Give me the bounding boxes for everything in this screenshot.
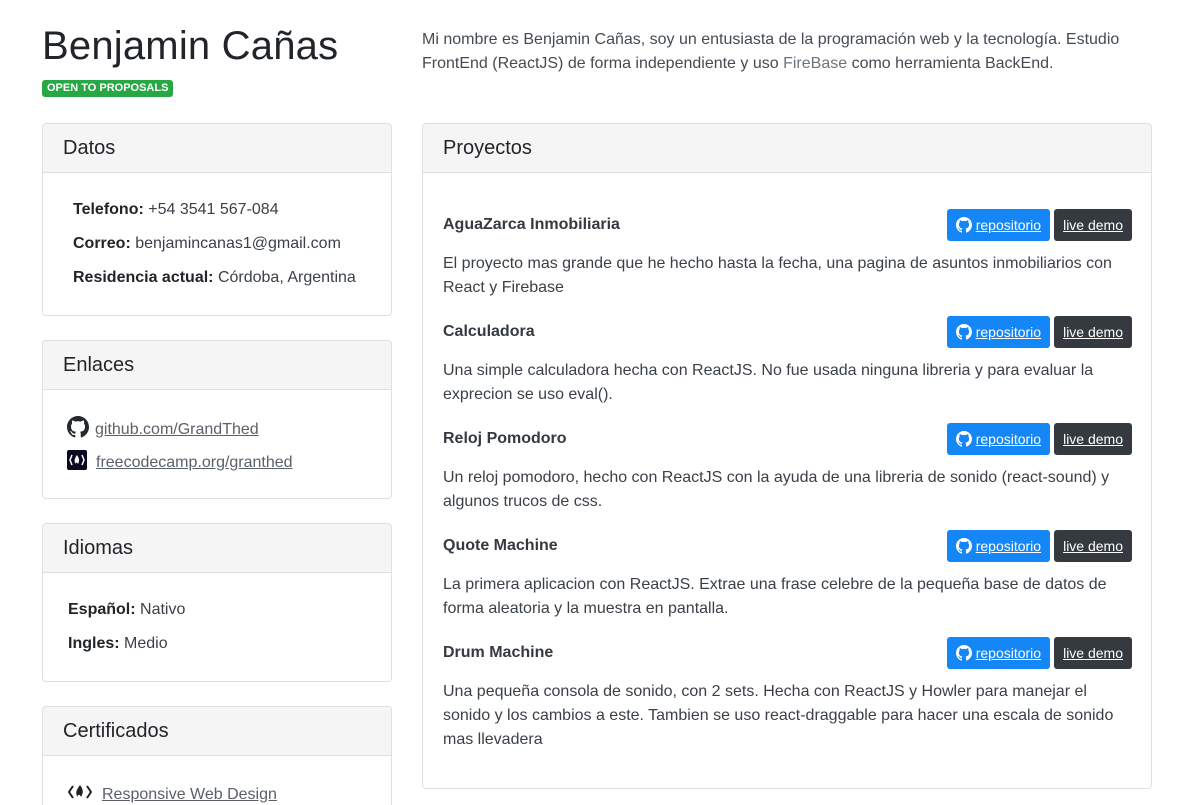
- repository-button[interactable]: repositorio: [946, 637, 1051, 669]
- datos-header: Datos: [43, 124, 391, 173]
- espanol-label: Español:: [68, 601, 136, 618]
- project-description: Una pequeña consola de sonido, con 2 set…: [443, 683, 1114, 748]
- github-icon: [955, 431, 972, 447]
- repository-button[interactable]: repositorio: [946, 209, 1051, 241]
- enlaces-header: Enlaces: [43, 341, 391, 390]
- repository-button-label: repositorio: [975, 645, 1042, 661]
- github-icon: [955, 538, 972, 554]
- project-actions: repositorio live demo: [946, 423, 1132, 455]
- project-actions: repositorio live demo: [946, 316, 1132, 348]
- certificate-label: Responsive Web Design: [102, 785, 277, 803]
- enlaces-card: Enlaces github.com/GrandThed freecodecam…: [42, 340, 392, 499]
- github-icon: [955, 324, 972, 340]
- freecodecamp-icon: [67, 450, 87, 475]
- telefono-row: Telefono: +54 3541 567-084: [73, 199, 279, 221]
- datos-card: Datos Telefono: +54 3541 567-084 Correo:…: [42, 123, 392, 316]
- telefono-label: Telefono:: [73, 201, 144, 218]
- idiomas-header: Idiomas: [43, 524, 391, 573]
- repository-button[interactable]: repositorio: [946, 423, 1051, 455]
- freecodecamp-icon: [67, 782, 93, 805]
- project-description: Un reloj pomodoro, hecho con ReactJS con…: [443, 469, 1110, 510]
- repository-button[interactable]: repositorio: [946, 316, 1051, 348]
- project-title: Quote Machine: [443, 537, 558, 554]
- live-demo-button-label: live demo: [1063, 217, 1123, 233]
- freecodecamp-link-label: freecodecamp.org/granthed: [96, 453, 293, 471]
- status-badge: OPEN TO PROPOSALS: [42, 80, 174, 97]
- github-icon: [955, 217, 972, 233]
- github-icon: [955, 645, 972, 661]
- project-description: El proyecto mas grande que he hecho hast…: [443, 255, 1112, 296]
- proyectos-header: Proyectos: [423, 124, 1151, 173]
- live-demo-button[interactable]: live demo: [1054, 316, 1132, 348]
- residencia-row: Residencia actual: Córdoba, Argentina: [73, 267, 356, 289]
- project-title: Reloj Pomodoro: [443, 430, 567, 447]
- correo-label: Correo:: [73, 235, 131, 252]
- live-demo-button-label: live demo: [1063, 538, 1123, 554]
- live-demo-button-label: live demo: [1063, 324, 1123, 340]
- live-demo-button[interactable]: live demo: [1054, 209, 1132, 241]
- project-actions: repositorio live demo: [946, 530, 1132, 562]
- live-demo-button-label: live demo: [1063, 645, 1123, 661]
- ingles-value: Medio: [119, 635, 168, 652]
- github-link-label: github.com/GrandThed: [95, 420, 259, 438]
- project-title: Calculadora: [443, 323, 535, 340]
- project-title: AguaZarca Inmobiliaria: [443, 216, 620, 233]
- page-title: Benjamin Cañas: [42, 24, 339, 68]
- repository-button-label: repositorio: [975, 217, 1042, 233]
- project-description: La primera aplicacion con ReactJS. Extra…: [443, 576, 1107, 617]
- ingles-label: Ingles:: [68, 635, 120, 652]
- espanol-row: Español: Nativo: [68, 599, 185, 621]
- repository-button-label: repositorio: [975, 538, 1042, 554]
- project-actions: repositorio live demo: [946, 637, 1132, 669]
- repository-button-label: repositorio: [975, 431, 1042, 447]
- espanol-value: Nativo: [135, 601, 186, 618]
- github-link[interactable]: github.com/GrandThed: [67, 416, 259, 443]
- intro-text: Mi nombre es Benjamin Cañas, soy un entu…: [422, 28, 1122, 76]
- repository-button[interactable]: repositorio: [946, 530, 1051, 562]
- repository-button-label: repositorio: [975, 324, 1042, 340]
- freecodecamp-link[interactable]: freecodecamp.org/granthed: [67, 450, 293, 475]
- certificados-header: Certificados: [43, 707, 391, 756]
- proyectos-card: Proyectos AguaZarca Inmobiliaria reposit…: [422, 123, 1152, 789]
- project-title: Drum Machine: [443, 644, 554, 661]
- residencia-label: Residencia actual:: [73, 269, 214, 286]
- firebase-link[interactable]: FireBase: [783, 55, 847, 72]
- idiomas-card: Idiomas Español: Nativo Ingles: Medio: [42, 523, 392, 682]
- project-description: Una simple calculadora hecha con ReactJS…: [443, 362, 1094, 403]
- github-icon: [67, 416, 89, 443]
- correo-row: Correo: benjamincanas1@gmail.com: [73, 233, 341, 255]
- residencia-value: Córdoba, Argentina: [213, 269, 356, 286]
- telefono-value: +54 3541 567-084: [143, 201, 279, 218]
- live-demo-button-label: live demo: [1063, 431, 1123, 447]
- live-demo-button[interactable]: live demo: [1054, 423, 1132, 455]
- certificate-responsive-web-design[interactable]: Responsive Web Design: [67, 782, 277, 805]
- intro-text-end: como herramienta BackEnd.: [847, 55, 1054, 72]
- live-demo-button[interactable]: live demo: [1054, 530, 1132, 562]
- ingles-row: Ingles: Medio: [68, 633, 168, 655]
- correo-value: benjamincanas1@gmail.com: [130, 235, 341, 252]
- live-demo-button[interactable]: live demo: [1054, 637, 1132, 669]
- certificados-card: Certificados Responsive Web Design: [42, 706, 392, 805]
- project-actions: repositorio live demo: [946, 209, 1132, 241]
